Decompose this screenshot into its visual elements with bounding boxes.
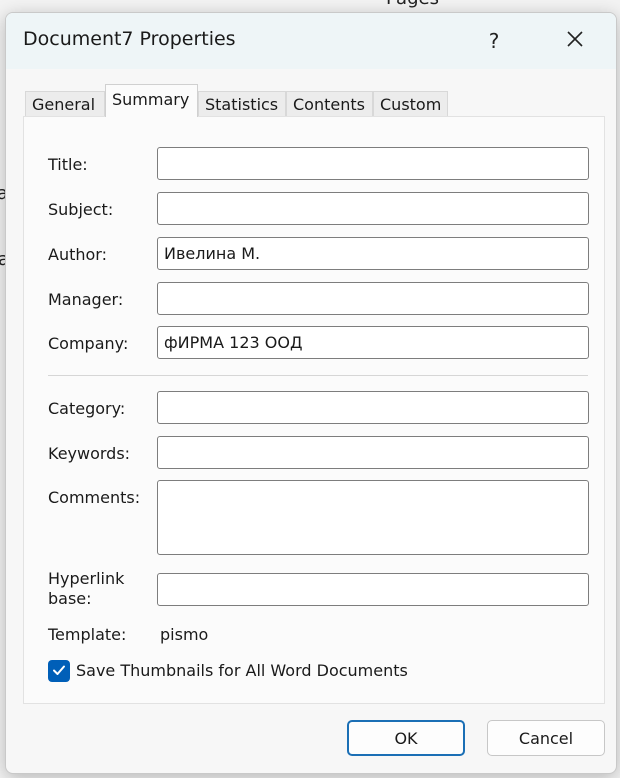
save-thumbnails-label[interactable]: Save Thumbnails for All Word Documents xyxy=(76,661,408,680)
comments-label: Comments: xyxy=(48,488,141,507)
hyperlink-label-line1: Hyperlink xyxy=(48,569,125,588)
properties-dialog: Document7 Properties ? General Summary S… xyxy=(5,12,617,774)
company-field[interactable]: фИРМА 123 ООД xyxy=(157,326,589,359)
tab-contents[interactable]: Contents xyxy=(286,91,373,117)
help-button[interactable]: ? xyxy=(472,21,516,61)
keywords-field[interactable] xyxy=(157,436,589,469)
summary-panel: Title: Subject: Author: Ивелина М. Manag… xyxy=(23,116,605,704)
tab-statistics[interactable]: Statistics xyxy=(198,91,286,117)
save-thumbnails-checkbox[interactable] xyxy=(48,660,70,682)
title-label: Title: xyxy=(48,155,88,174)
background-text-pages: Pages xyxy=(386,0,439,9)
category-field[interactable] xyxy=(157,391,589,424)
comments-textarea[interactable] xyxy=(157,480,589,555)
category-label: Category: xyxy=(48,399,126,418)
hyperlink-base-field[interactable] xyxy=(157,573,589,606)
close-icon xyxy=(566,29,584,53)
hyperlink-label-line2: base: xyxy=(48,589,92,608)
cancel-button[interactable]: Cancel xyxy=(487,720,605,756)
checkmark-icon xyxy=(52,662,66,681)
title-field[interactable] xyxy=(157,147,589,180)
close-button[interactable] xyxy=(553,21,597,61)
tab-custom[interactable]: Custom xyxy=(373,91,448,117)
manager-field[interactable] xyxy=(157,282,589,315)
company-label: Company: xyxy=(48,334,129,353)
help-icon: ? xyxy=(488,29,500,53)
hyperlink-base-label: Hyperlink base: xyxy=(48,569,124,609)
section-divider xyxy=(48,375,588,376)
author-field[interactable]: Ивелина М. xyxy=(157,237,589,270)
subject-field[interactable] xyxy=(157,192,589,225)
manager-label: Manager: xyxy=(48,290,124,309)
template-label: Template: xyxy=(48,625,127,644)
author-label: Author: xyxy=(48,245,107,264)
keywords-label: Keywords: xyxy=(48,444,131,463)
tab-summary[interactable]: Summary xyxy=(105,84,198,117)
ok-button[interactable]: OK xyxy=(347,720,465,756)
dialog-title: Document7 Properties xyxy=(23,28,236,50)
tab-general[interactable]: General xyxy=(25,91,105,117)
template-value: pismo xyxy=(160,625,209,644)
title-bar: Document7 Properties ? xyxy=(6,13,616,69)
subject-label: Subject: xyxy=(48,200,114,219)
